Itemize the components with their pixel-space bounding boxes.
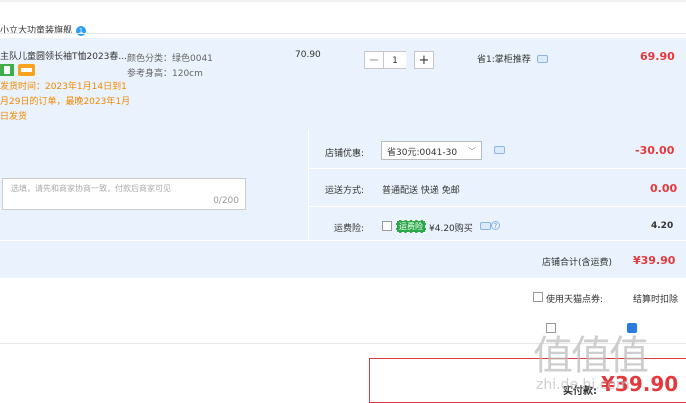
qty-input[interactable]: 1	[384, 51, 406, 69]
note-placeholder: 选填，请先和商家协商一致，付款后商家可见	[11, 184, 171, 193]
shop-name[interactable]: 小立大功童装旗舰	[0, 26, 72, 36]
help-icon[interactable]: ?	[491, 221, 500, 230]
row-divider	[0, 240, 686, 241]
qty-decrease-button[interactable]: −	[364, 51, 384, 69]
shop-total-label: 店铺合计(含运费)	[542, 258, 613, 268]
chat-icon[interactable]	[494, 146, 505, 154]
shipping-label: 运送方式:	[325, 186, 365, 196]
chat-icon[interactable]	[480, 222, 491, 230]
coupon-select[interactable]: 省30元:0041-30 ﹀	[381, 141, 482, 160]
coupon-amount: -30.00	[635, 144, 675, 157]
note-counter: 0/200	[213, 196, 239, 206]
item-title[interactable]: 主队儿童圆领长袖T恤2023春...	[0, 49, 127, 62]
shop-header[interactable]: 小立大功童装旗舰 1	[0, 23, 87, 36]
chat-icon[interactable]	[537, 55, 548, 63]
qty-increase-button[interactable]: +	[414, 51, 434, 69]
insurance-label: 运费险:	[334, 224, 365, 234]
watermark-site: zhi.de.hi.com	[536, 377, 630, 393]
service-icon-inner	[4, 66, 10, 74]
item-discount: 省1:掌柜推荐	[477, 55, 531, 65]
divider	[0, 33, 686, 34]
shop-badge-icon: 1	[76, 25, 87, 36]
row-divider	[308, 206, 686, 207]
sku-color: 颜色分类：绿色0041	[127, 54, 213, 64]
presale-line-1: 发货时间：2023年1月14日到1	[0, 82, 127, 92]
insurance-tag: 运费险	[396, 220, 426, 233]
tmall-points-label: 使用天猫点券:	[546, 295, 604, 305]
coupon-value: 省30元:0041-30	[387, 148, 458, 158]
tmall-points-checkbox[interactable]	[533, 292, 543, 302]
shipping-amount: 0.00	[650, 182, 678, 195]
insurance-amount: 4.20	[651, 221, 674, 231]
item-subtotal: 69.90	[640, 50, 675, 63]
presale-line-2: 月29日的订单，最晚2023年1月	[0, 97, 131, 107]
watermark-logo: 值值值	[533, 333, 649, 379]
insurance-checkbox[interactable]	[382, 221, 392, 231]
shipping-value: 普通配送 快递 免邮	[382, 186, 460, 196]
unit-price: 70.90	[295, 50, 321, 60]
chevron-down-icon: ﹀	[468, 147, 476, 156]
insurance-price: ¥4.20购买	[429, 224, 473, 234]
tmall-points-note: 结算时扣除	[633, 295, 679, 305]
coupon-label: 店铺优惠:	[325, 149, 365, 159]
presale-line-3: 日发货	[0, 112, 28, 122]
card-icon-stripe	[21, 68, 32, 72]
sku-height: 参考身高：120cm	[127, 69, 203, 79]
top-border	[0, 0, 686, 2]
shop-total: ¥39.90	[633, 254, 676, 267]
row-divider	[308, 168, 686, 169]
summary-divider	[308, 130, 309, 240]
order-note-field[interactable]: 选填，请先和商家协商一致，付款后商家可见 0/200	[2, 178, 246, 210]
